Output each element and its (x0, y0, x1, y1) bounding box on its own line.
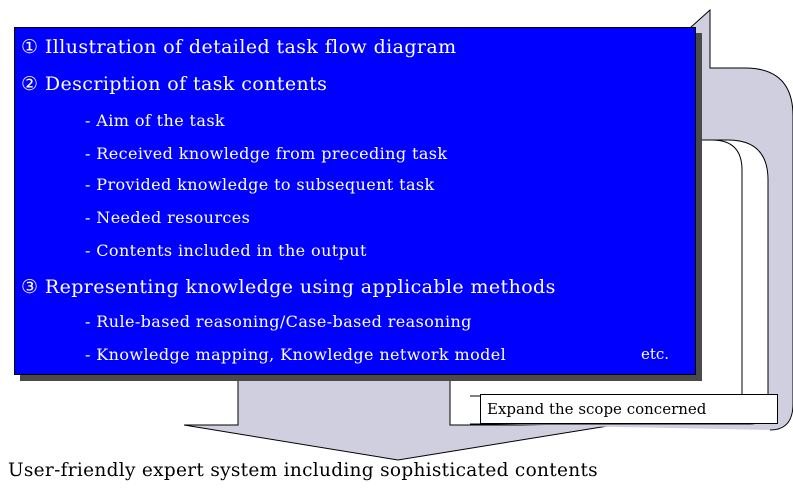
item-output-contents: - Contents included in the output (85, 241, 367, 260)
item-received-knowledge: - Received knowledge from preceding task (85, 144, 448, 163)
item-needed-resources: - Needed resources (85, 208, 251, 227)
item-knowledge-mapping: - Knowledge mapping, Knowledge network m… (85, 345, 507, 364)
item-reasoning: - Rule-based reasoning/Case-based reason… (85, 312, 472, 331)
item-illustration: ① Illustration of detailed task flow dia… (21, 36, 457, 58)
item-description: ② Description of task contents (21, 73, 328, 95)
item-provided-knowledge: - Provided knowledge to subsequent task (85, 175, 435, 194)
bottom-caption: User-friendly expert system including so… (8, 460, 598, 481)
etc-label: etc. (641, 345, 670, 363)
expand-scope-label: Expand the scope concerned (480, 394, 778, 424)
item-representing-knowledge: ③ Representing knowledge using applicabl… (21, 276, 556, 298)
item-aim: - Aim of the task (85, 111, 226, 130)
task-contents-box: ① Illustration of detailed task flow dia… (14, 27, 696, 375)
